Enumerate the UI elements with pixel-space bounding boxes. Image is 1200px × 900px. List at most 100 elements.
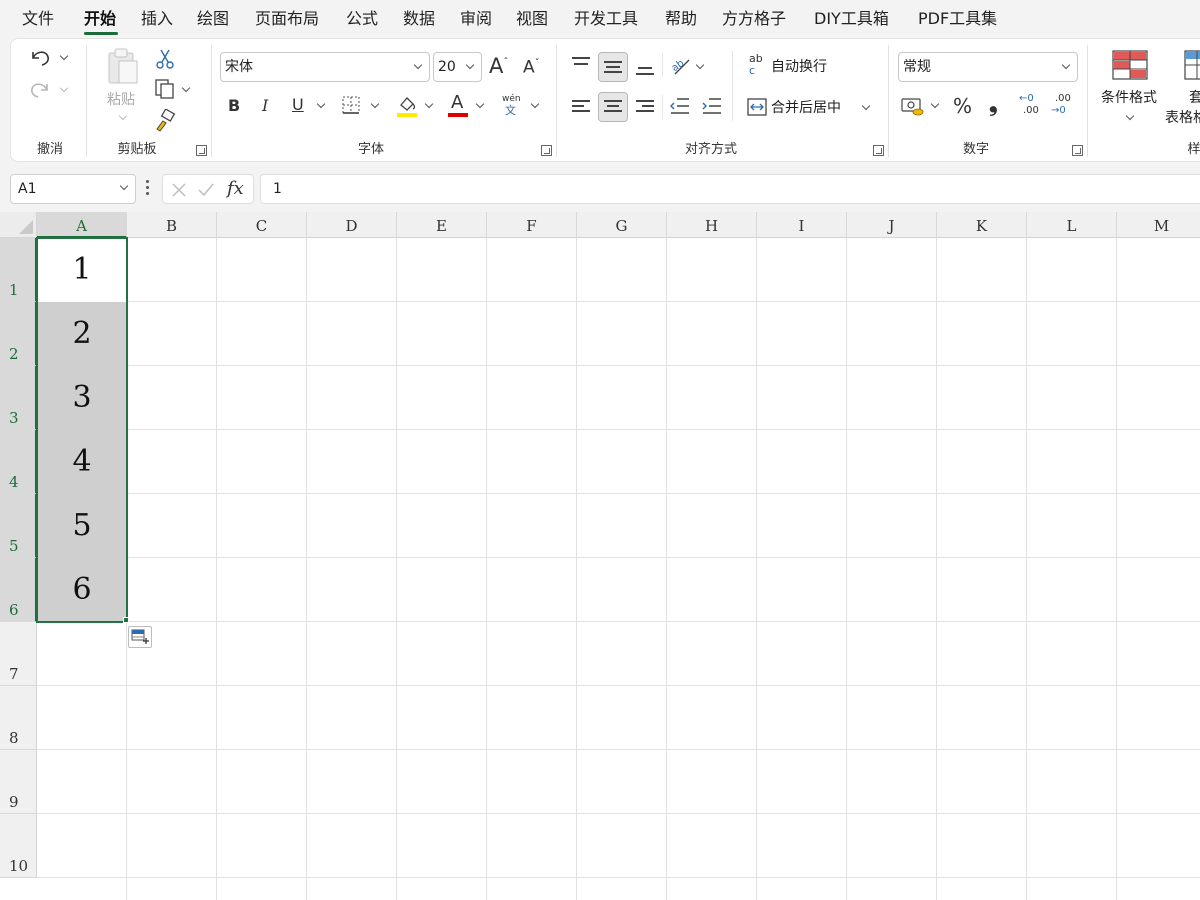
alignment-launcher-icon[interactable] (873, 145, 884, 156)
tab-insert[interactable]: 插入 (141, 8, 173, 30)
undo-button[interactable] (27, 45, 71, 71)
italic-button[interactable]: I (262, 98, 268, 114)
increase-decimal-button[interactable]: ←0 .00 (1019, 94, 1045, 120)
fill-color-dropdown-icon[interactable] (424, 99, 434, 109)
row-header-7[interactable]: 7 (0, 622, 37, 686)
column-header-k[interactable]: K (937, 212, 1027, 238)
phonetic-dropdown-icon[interactable] (530, 99, 540, 109)
tab-developer[interactable]: 开发工具 (574, 8, 638, 30)
cell-a5[interactable]: 5 (37, 494, 127, 558)
row-header-4[interactable]: 4 (0, 430, 37, 494)
phonetic-button[interactable]: wén 文 (501, 93, 525, 119)
align-right-icon[interactable] (636, 100, 654, 114)
orientation-dropdown-icon[interactable] (695, 60, 705, 70)
copy-button[interactable] (153, 77, 197, 101)
number-format-combo[interactable]: 常规 (898, 52, 1078, 82)
row-header-8[interactable]: 8 (0, 686, 37, 750)
percent-button[interactable]: % (953, 96, 972, 116)
row-header-3[interactable]: 3 (0, 366, 37, 430)
autofill-options-button[interactable] (128, 626, 152, 648)
cell-a2[interactable]: 2 (37, 302, 127, 366)
copy-dropdown-icon[interactable] (181, 83, 191, 93)
cell-a4[interactable]: 4 (37, 430, 127, 494)
merge-center-button[interactable]: 合并后居中 (747, 95, 877, 121)
worksheet-grid[interactable]: ABCDEFGHIJKLM 1 2 3 4 5 6 7 8 9 10 123456 (0, 212, 1200, 900)
align-top-icon[interactable] (572, 57, 590, 71)
wrap-text-button[interactable]: ab c 自动换行 (747, 53, 847, 79)
column-header-i[interactable]: I (757, 212, 847, 238)
redo-button[interactable] (27, 77, 71, 103)
row-header-2[interactable]: 2 (0, 302, 37, 366)
clipboard-launcher-icon[interactable] (196, 145, 207, 156)
column-header-a[interactable]: A (37, 212, 127, 238)
format-painter-button[interactable] (153, 108, 177, 133)
insert-function-icon[interactable]: fx (227, 180, 244, 198)
align-bottom-icon[interactable] (636, 61, 654, 75)
cell-a3[interactable]: 3 (37, 366, 127, 430)
font-color-button[interactable]: A (448, 93, 470, 119)
decrease-font-size-icon[interactable]: Aˇ (523, 59, 540, 77)
tab-page-layout[interactable]: 页面布局 (255, 8, 319, 30)
conditional-format-button[interactable]: 条件格式 (1097, 47, 1163, 131)
cut-button[interactable] (153, 47, 177, 71)
format-as-table-button[interactable]: 套 表格格 (1163, 47, 1200, 131)
bold-button[interactable]: B (228, 98, 240, 114)
tab-help[interactable]: 帮助 (665, 8, 697, 30)
comma-style-button[interactable]: ❟ (989, 94, 998, 116)
column-header-f[interactable]: F (487, 212, 577, 238)
formula-input[interactable]: 1 (260, 174, 1200, 204)
column-header-j[interactable]: J (847, 212, 937, 238)
tab-home[interactable]: 开始 (84, 8, 116, 30)
decrease-indent-icon[interactable] (669, 97, 691, 115)
tab-file[interactable]: 文件 (22, 8, 54, 30)
column-header-b[interactable]: B (127, 212, 217, 238)
more-options-icon[interactable] (146, 180, 149, 196)
cell-a1[interactable]: 1 (37, 238, 127, 302)
border-icon[interactable] (341, 95, 363, 117)
decrease-decimal-button[interactable]: .00 →0 (1051, 94, 1077, 120)
column-header-d[interactable]: D (307, 212, 397, 238)
tab-review[interactable]: 审阅 (460, 8, 492, 30)
underline-dropdown-icon[interactable] (316, 99, 326, 109)
font-size-combo[interactable]: 20 (433, 52, 482, 82)
accounting-dropdown-icon[interactable] (930, 99, 940, 109)
column-header-g[interactable]: G (577, 212, 667, 238)
tab-formulas[interactable]: 公式 (346, 8, 378, 30)
increase-font-size-icon[interactable]: Aˆ (489, 56, 508, 77)
column-header-h[interactable]: H (667, 212, 757, 238)
font-launcher-icon[interactable] (541, 145, 552, 156)
fill-handle[interactable] (123, 617, 129, 623)
row-header-6[interactable]: 6 (0, 558, 37, 622)
increase-indent-icon[interactable] (701, 97, 723, 115)
row-header-5[interactable]: 5 (0, 494, 37, 558)
border-dropdown-icon[interactable] (370, 99, 380, 109)
column-header-e[interactable]: E (397, 212, 487, 238)
merge-dropdown-icon[interactable] (861, 101, 871, 111)
name-box[interactable]: A1 (10, 174, 136, 204)
column-header-m[interactable]: M (1117, 212, 1200, 238)
paste-button[interactable]: 粘贴 (101, 45, 145, 125)
tab-diy-toolbox[interactable]: DIY工具箱 (814, 8, 889, 30)
fill-color-icon[interactable] (395, 93, 419, 119)
tab-pdf-tools[interactable]: PDF工具集 (918, 8, 997, 30)
tab-data[interactable]: 数据 (403, 8, 435, 30)
row-header-9[interactable]: 9 (0, 750, 37, 814)
align-left-icon[interactable] (572, 100, 590, 114)
column-header-c[interactable]: C (217, 212, 307, 238)
cancel-icon[interactable] (171, 182, 187, 198)
cell-a6[interactable]: 6 (37, 558, 127, 622)
font-color-dropdown-icon[interactable] (475, 99, 485, 109)
orientation-icon[interactable]: ab (669, 54, 693, 78)
accounting-format-icon[interactable] (901, 97, 925, 117)
tab-view[interactable]: 视图 (516, 8, 548, 30)
underline-button[interactable]: U (292, 97, 304, 113)
font-name-combo[interactable]: 宋体 (220, 52, 430, 82)
column-header-l[interactable]: L (1027, 212, 1117, 238)
tab-draw[interactable]: 绘图 (197, 8, 229, 30)
tab-fangfang[interactable]: 方方格子 (722, 8, 786, 30)
number-launcher-icon[interactable] (1072, 145, 1083, 156)
row-header-1[interactable]: 1 (0, 238, 37, 302)
select-all-corner[interactable] (0, 212, 37, 238)
enter-checkmark-icon[interactable] (197, 182, 215, 198)
row-header-10[interactable]: 10 (0, 814, 37, 878)
